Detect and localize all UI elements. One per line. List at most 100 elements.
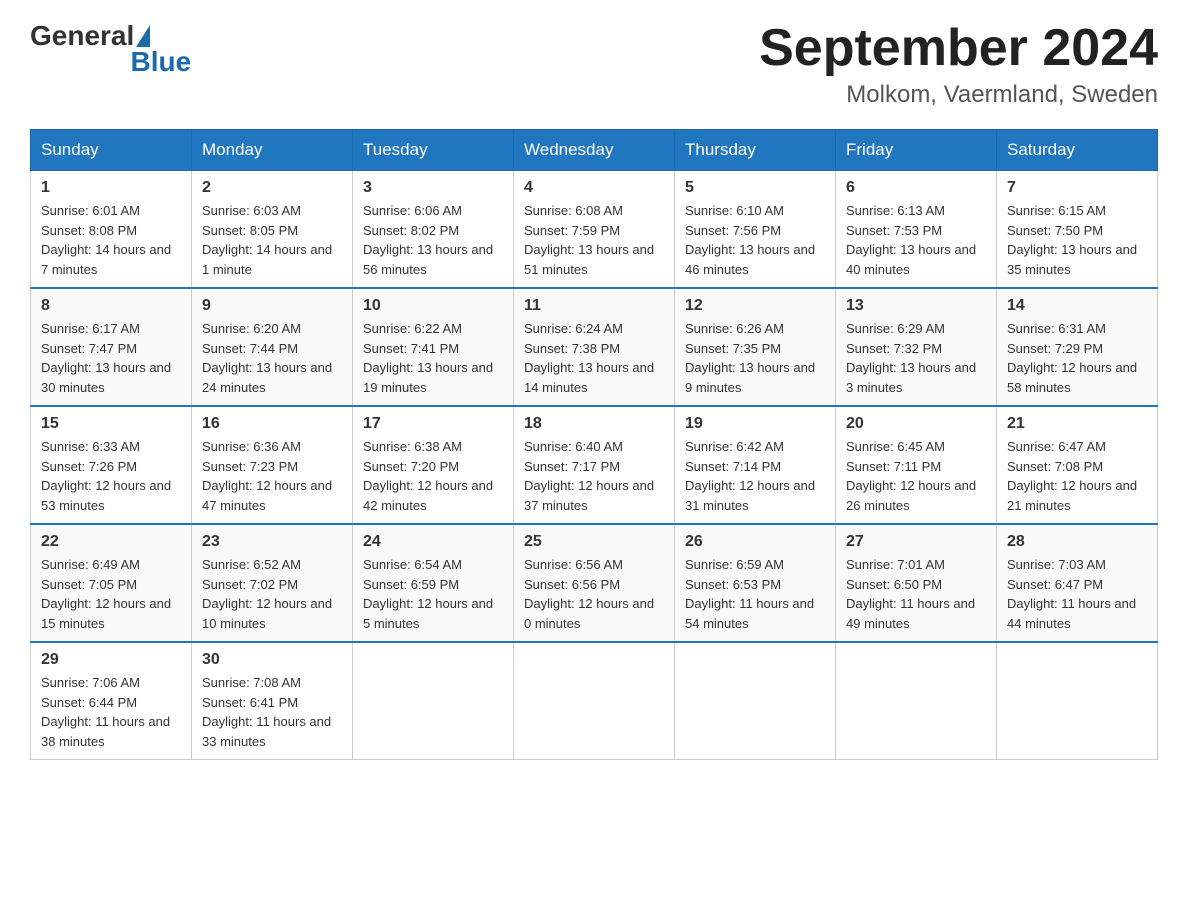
table-row: 24 Sunrise: 6:54 AM Sunset: 6:59 PM Dayl…	[353, 524, 514, 642]
day-number: 26	[685, 533, 825, 551]
daylight-label: Daylight: 11 hours and 38 minutes	[41, 714, 170, 749]
sunset-label: Sunset: 7:29 PM	[1007, 341, 1103, 356]
day-info: Sunrise: 6:36 AM Sunset: 7:23 PM Dayligh…	[202, 437, 342, 515]
daylight-label: Daylight: 13 hours and 19 minutes	[363, 360, 493, 395]
sunset-label: Sunset: 6:56 PM	[524, 577, 620, 592]
daylight-label: Daylight: 12 hours and 47 minutes	[202, 478, 332, 513]
day-info: Sunrise: 6:20 AM Sunset: 7:44 PM Dayligh…	[202, 319, 342, 397]
sunrise-label: Sunrise: 6:40 AM	[524, 439, 623, 454]
day-number: 28	[1007, 533, 1147, 551]
day-number: 27	[846, 533, 986, 551]
day-number: 7	[1007, 179, 1147, 197]
daylight-label: Daylight: 13 hours and 9 minutes	[685, 360, 815, 395]
calendar-table: Sunday Monday Tuesday Wednesday Thursday…	[30, 129, 1158, 760]
sunrise-label: Sunrise: 6:47 AM	[1007, 439, 1106, 454]
sunrise-label: Sunrise: 6:36 AM	[202, 439, 301, 454]
day-number: 14	[1007, 297, 1147, 315]
header-wednesday: Wednesday	[514, 130, 675, 171]
sunset-label: Sunset: 7:35 PM	[685, 341, 781, 356]
sunset-label: Sunset: 7:02 PM	[202, 577, 298, 592]
sunset-label: Sunset: 7:08 PM	[1007, 459, 1103, 474]
sunset-label: Sunset: 7:17 PM	[524, 459, 620, 474]
day-info: Sunrise: 7:03 AM Sunset: 6:47 PM Dayligh…	[1007, 555, 1147, 633]
daylight-label: Daylight: 13 hours and 56 minutes	[363, 242, 493, 277]
sunrise-label: Sunrise: 6:10 AM	[685, 203, 784, 218]
table-row: 19 Sunrise: 6:42 AM Sunset: 7:14 PM Dayl…	[675, 406, 836, 524]
day-number: 25	[524, 533, 664, 551]
day-number: 8	[41, 297, 181, 315]
table-row: 14 Sunrise: 6:31 AM Sunset: 7:29 PM Dayl…	[997, 288, 1158, 406]
sunset-label: Sunset: 7:47 PM	[41, 341, 137, 356]
daylight-label: Daylight: 12 hours and 42 minutes	[363, 478, 493, 513]
day-number: 13	[846, 297, 986, 315]
day-info: Sunrise: 6:26 AM Sunset: 7:35 PM Dayligh…	[685, 319, 825, 397]
sunset-label: Sunset: 8:02 PM	[363, 223, 459, 238]
table-row: 30 Sunrise: 7:08 AM Sunset: 6:41 PM Dayl…	[192, 642, 353, 760]
day-info: Sunrise: 6:06 AM Sunset: 8:02 PM Dayligh…	[363, 201, 503, 279]
logo-triangle-icon	[136, 25, 150, 47]
daylight-label: Daylight: 12 hours and 15 minutes	[41, 596, 171, 631]
table-row: 27 Sunrise: 7:01 AM Sunset: 6:50 PM Dayl…	[836, 524, 997, 642]
daylight-label: Daylight: 13 hours and 3 minutes	[846, 360, 976, 395]
day-number: 6	[846, 179, 986, 197]
sunrise-label: Sunrise: 7:01 AM	[846, 557, 945, 572]
day-number: 23	[202, 533, 342, 551]
sunset-label: Sunset: 6:53 PM	[685, 577, 781, 592]
table-row: 6 Sunrise: 6:13 AM Sunset: 7:53 PM Dayli…	[836, 171, 997, 289]
logo-blue-text: Blue	[131, 46, 192, 78]
table-row	[514, 642, 675, 760]
header-tuesday: Tuesday	[353, 130, 514, 171]
sunrise-label: Sunrise: 6:45 AM	[846, 439, 945, 454]
day-number: 15	[41, 415, 181, 433]
calendar-subtitle: Molkom, Vaermland, Sweden	[759, 81, 1158, 109]
sunrise-label: Sunrise: 6:20 AM	[202, 321, 301, 336]
table-row: 5 Sunrise: 6:10 AM Sunset: 7:56 PM Dayli…	[675, 171, 836, 289]
table-row: 16 Sunrise: 6:36 AM Sunset: 7:23 PM Dayl…	[192, 406, 353, 524]
day-number: 5	[685, 179, 825, 197]
header-saturday: Saturday	[997, 130, 1158, 171]
sunset-label: Sunset: 7:53 PM	[846, 223, 942, 238]
table-row	[997, 642, 1158, 760]
sunrise-label: Sunrise: 6:52 AM	[202, 557, 301, 572]
sunrise-label: Sunrise: 6:22 AM	[363, 321, 462, 336]
day-number: 9	[202, 297, 342, 315]
sunset-label: Sunset: 6:59 PM	[363, 577, 459, 592]
header-sunday: Sunday	[31, 130, 192, 171]
day-info: Sunrise: 6:45 AM Sunset: 7:11 PM Dayligh…	[846, 437, 986, 515]
daylight-label: Daylight: 12 hours and 53 minutes	[41, 478, 171, 513]
daylight-label: Daylight: 12 hours and 10 minutes	[202, 596, 332, 631]
day-number: 24	[363, 533, 503, 551]
day-info: Sunrise: 6:17 AM Sunset: 7:47 PM Dayligh…	[41, 319, 181, 397]
day-number: 19	[685, 415, 825, 433]
sunset-label: Sunset: 7:32 PM	[846, 341, 942, 356]
day-info: Sunrise: 6:56 AM Sunset: 6:56 PM Dayligh…	[524, 555, 664, 633]
sunrise-label: Sunrise: 6:33 AM	[41, 439, 140, 454]
day-info: Sunrise: 7:08 AM Sunset: 6:41 PM Dayligh…	[202, 673, 342, 751]
day-info: Sunrise: 6:33 AM Sunset: 7:26 PM Dayligh…	[41, 437, 181, 515]
daylight-label: Daylight: 13 hours and 46 minutes	[685, 242, 815, 277]
day-info: Sunrise: 6:31 AM Sunset: 7:29 PM Dayligh…	[1007, 319, 1147, 397]
header-monday: Monday	[192, 130, 353, 171]
sunset-label: Sunset: 8:08 PM	[41, 223, 137, 238]
sunrise-label: Sunrise: 7:06 AM	[41, 675, 140, 690]
daylight-label: Daylight: 12 hours and 37 minutes	[524, 478, 654, 513]
day-number: 30	[202, 651, 342, 669]
daylight-label: Daylight: 14 hours and 7 minutes	[41, 242, 171, 277]
sunrise-label: Sunrise: 6:13 AM	[846, 203, 945, 218]
table-row: 7 Sunrise: 6:15 AM Sunset: 7:50 PM Dayli…	[997, 171, 1158, 289]
header-friday: Friday	[836, 130, 997, 171]
day-info: Sunrise: 6:52 AM Sunset: 7:02 PM Dayligh…	[202, 555, 342, 633]
sunset-label: Sunset: 7:26 PM	[41, 459, 137, 474]
sunset-label: Sunset: 6:44 PM	[41, 695, 137, 710]
daylight-label: Daylight: 14 hours and 1 minute	[202, 242, 332, 277]
title-section: September 2024 Molkom, Vaermland, Sweden	[759, 20, 1158, 109]
table-row: 4 Sunrise: 6:08 AM Sunset: 7:59 PM Dayli…	[514, 171, 675, 289]
calendar-title: September 2024	[759, 20, 1158, 77]
sunrise-label: Sunrise: 6:24 AM	[524, 321, 623, 336]
day-number: 21	[1007, 415, 1147, 433]
sunset-label: Sunset: 8:05 PM	[202, 223, 298, 238]
day-info: Sunrise: 6:24 AM Sunset: 7:38 PM Dayligh…	[524, 319, 664, 397]
table-row: 28 Sunrise: 7:03 AM Sunset: 6:47 PM Dayl…	[997, 524, 1158, 642]
table-row: 9 Sunrise: 6:20 AM Sunset: 7:44 PM Dayli…	[192, 288, 353, 406]
day-info: Sunrise: 7:01 AM Sunset: 6:50 PM Dayligh…	[846, 555, 986, 633]
